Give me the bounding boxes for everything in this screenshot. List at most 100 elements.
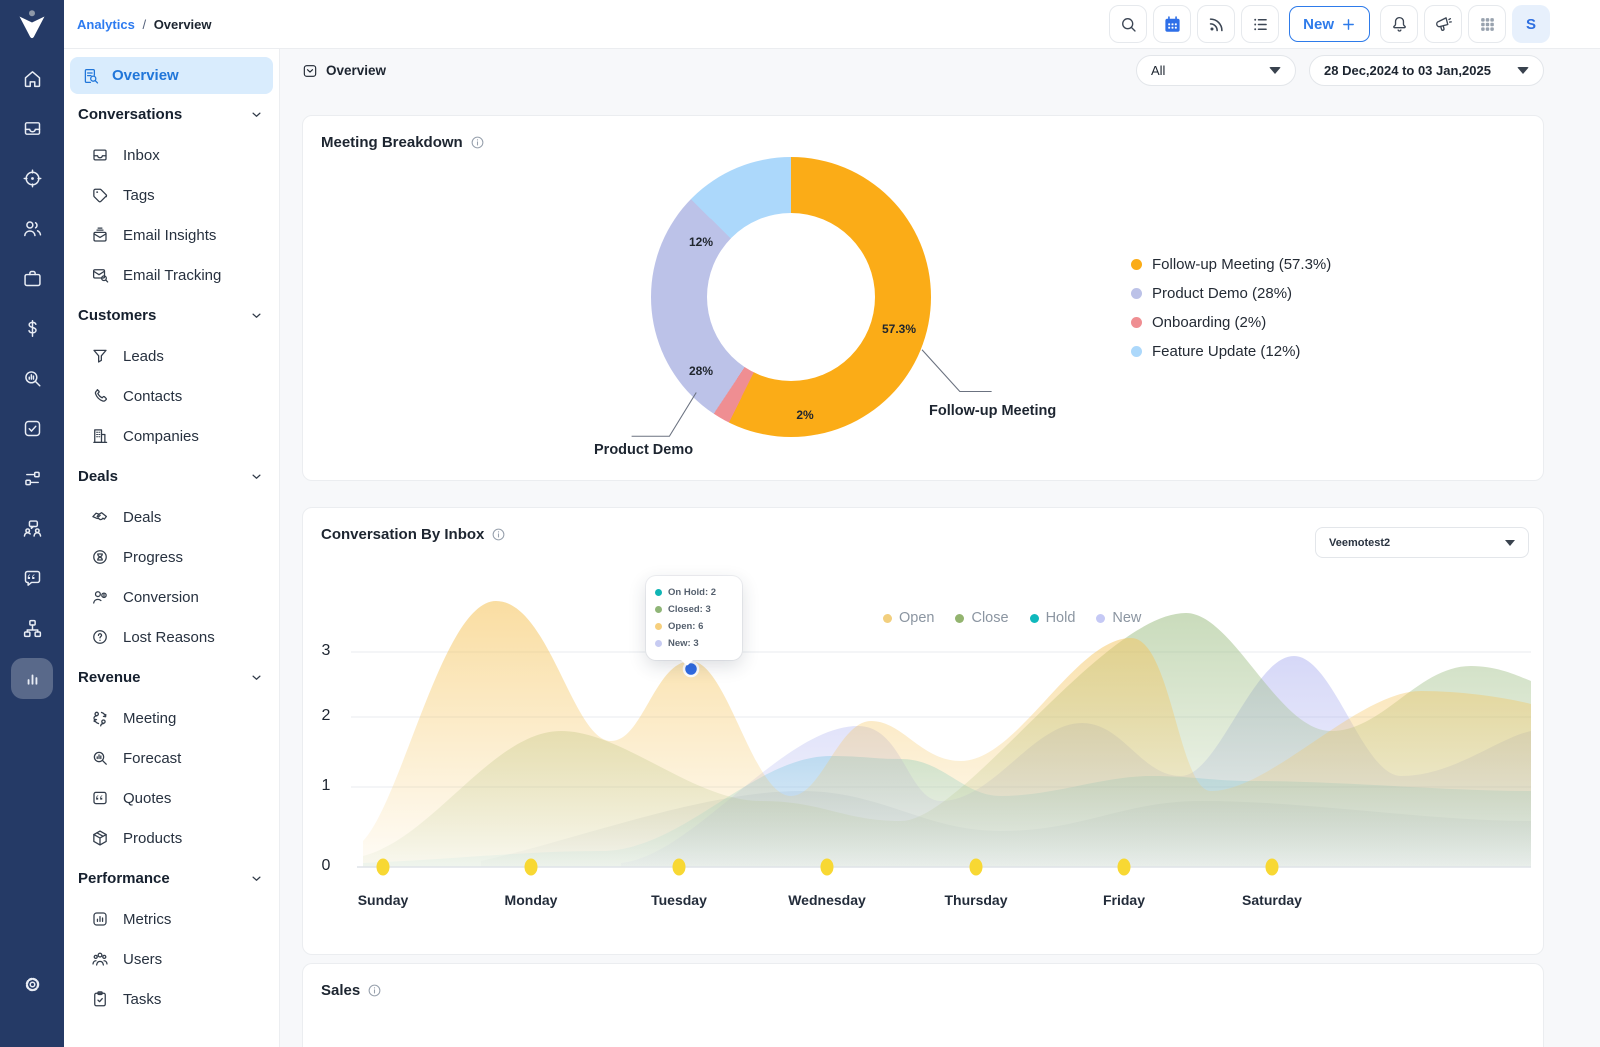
bell-icon [1390, 15, 1409, 34]
rail-meeting-icon[interactable] [11, 508, 53, 549]
info-icon[interactable] [470, 135, 485, 150]
rail-home-icon[interactable] [11, 58, 53, 99]
chevron-down-icon [1269, 67, 1281, 74]
rail-settings-icon[interactable] [11, 964, 53, 1005]
sidebar-item-deals[interactable]: Deals [70, 497, 273, 537]
sidebar-section-revenue[interactable]: Revenue [70, 657, 273, 698]
rail-quotes-icon[interactable] [11, 558, 53, 599]
legend-dot [1131, 259, 1142, 270]
legend-item: Feature Update (12%) [1131, 343, 1331, 360]
sidebar-overview-label: Overview [112, 67, 179, 84]
megaphone-icon [1434, 15, 1453, 34]
y-tick-1: 1 [315, 777, 337, 795]
sidebar-item-companies[interactable]: Companies [70, 416, 273, 456]
person-coin-icon [91, 588, 109, 606]
notifications-button[interactable] [1380, 5, 1418, 43]
x-label-wednesday: Wednesday [772, 892, 882, 908]
user-avatar[interactable]: S [1512, 5, 1550, 43]
mail-chevron-icon [302, 63, 318, 79]
sidebar-item-quotes[interactable]: Quotes [70, 778, 273, 818]
rail-inbox-icon[interactable] [11, 108, 53, 149]
sidebar-item-email-tracking[interactable]: Email Tracking [70, 255, 273, 295]
sidebar-item-contacts[interactable]: Contacts [70, 376, 273, 416]
brand-logo[interactable] [0, 0, 64, 50]
tooltip-dot [655, 623, 662, 630]
chevron-down-icon [249, 308, 264, 323]
apps-button[interactable] [1468, 5, 1506, 43]
sidebar-item-products[interactable]: Products [70, 818, 273, 858]
rail-briefcase-icon[interactable] [11, 258, 53, 299]
rail-forecast-icon[interactable] [11, 358, 53, 399]
legend-dot [1096, 614, 1105, 623]
sidebar-item-metrics[interactable]: Metrics [70, 899, 273, 939]
sidebar-item-meeting[interactable]: Meeting [70, 698, 273, 738]
breadcrumb-analytics[interactable]: Analytics [77, 17, 135, 32]
search-button[interactable] [1109, 5, 1147, 43]
cast-icon [1207, 15, 1226, 34]
app-rail [0, 0, 64, 1047]
rail-workflow-icon[interactable] [11, 458, 53, 499]
meeting-legend: Follow-up Meeting (57.3%) Product Demo (… [1131, 256, 1331, 360]
package-icon [91, 829, 109, 847]
slice-label-feature: 12% [689, 235, 713, 249]
legend-item: Product Demo (28%) [1131, 285, 1331, 302]
sidebar-item-tags[interactable]: Tags [70, 175, 273, 215]
meeting-breakdown-card: Meeting Breakdown 57.3% 12% 28% 2% Follo… [302, 115, 1544, 481]
handshake-icon [91, 508, 109, 526]
chevron-down-icon [249, 469, 264, 484]
chevron-down-icon [249, 107, 264, 122]
sales-title: Sales [321, 982, 360, 999]
sidebar-item-users[interactable]: Users [70, 939, 273, 979]
list-view-button[interactable] [1241, 5, 1279, 43]
meeting-donut-chart[interactable]: 57.3% 12% 28% 2% [651, 157, 931, 437]
rail-revenue-icon[interactable] [11, 308, 53, 349]
people-sync-icon [91, 709, 109, 727]
sidebar-item-leads[interactable]: Leads [70, 336, 273, 376]
sidebar-section-performance[interactable]: Performance [70, 858, 273, 899]
inbox-area-chart[interactable] [303, 508, 1545, 956]
legend-item: New [1096, 610, 1141, 626]
rail-sitemap-icon[interactable] [11, 608, 53, 649]
sidebar-item-conversion[interactable]: Conversion [70, 577, 273, 617]
head-question-icon [91, 628, 109, 646]
legend-dot [1131, 317, 1142, 328]
rail-analytics-icon[interactable] [11, 658, 53, 699]
funnel-icon [91, 347, 109, 365]
sidebar-item-email-insights[interactable]: Email Insights [70, 215, 273, 255]
rail-target-icon[interactable] [11, 158, 53, 199]
calendar-button[interactable] [1153, 5, 1191, 43]
building-icon [91, 427, 109, 445]
callout-followup: Follow-up Meeting [929, 403, 1056, 419]
date-range-select[interactable]: 28 Dec,2024 to 03 Jan,2025 [1309, 55, 1544, 86]
sidebar-item-lost-reasons[interactable]: Lost Reasons [70, 617, 273, 657]
mail-insights-icon [91, 226, 109, 244]
sidebar-item-tasks[interactable]: Tasks [70, 979, 273, 1019]
x-label-friday: Friday [1069, 892, 1179, 908]
filter-all-select[interactable]: All [1136, 55, 1296, 86]
sidebar-section-customers[interactable]: Customers [70, 295, 273, 336]
search-icon [1119, 15, 1138, 34]
legend-item: Onboarding (2%) [1131, 314, 1331, 331]
users-group-icon [91, 950, 109, 968]
v-logo-icon [15, 9, 49, 41]
inbox-legend: Open Close Hold New [883, 610, 1141, 626]
sidebar-item-inbox[interactable]: Inbox [70, 135, 273, 175]
plus-icon [1341, 17, 1356, 32]
sidebar-item-overview[interactable]: Overview [70, 57, 273, 94]
sidebar-item-forecast[interactable]: Forecast [70, 738, 273, 778]
new-button[interactable]: New [1289, 6, 1370, 42]
rail-contacts-icon[interactable] [11, 208, 53, 249]
cast-button[interactable] [1197, 5, 1235, 43]
legend-dot [1030, 614, 1039, 623]
rail-tasks-icon[interactable] [11, 408, 53, 449]
legend-item: Follow-up Meeting (57.3%) [1131, 256, 1331, 273]
sidebar-section-conversations[interactable]: Conversations [70, 94, 273, 135]
info-icon[interactable] [367, 983, 382, 998]
sales-card: Sales [302, 963, 1544, 1047]
tooltip-dot [655, 640, 662, 647]
announcements-button[interactable] [1424, 5, 1462, 43]
sidebar-item-progress[interactable]: Progress [70, 537, 273, 577]
sidebar-section-deals[interactable]: Deals [70, 456, 273, 497]
forecast-icon [91, 749, 109, 767]
chevron-down-icon [1517, 67, 1529, 74]
